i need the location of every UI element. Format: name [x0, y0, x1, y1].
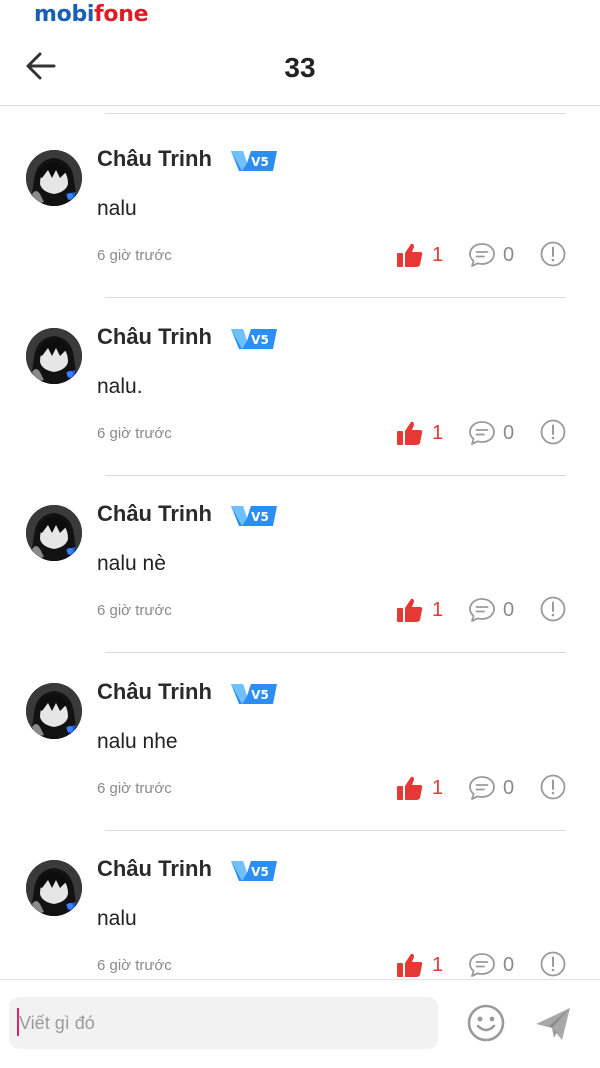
reply-button[interactable]: 0	[468, 417, 520, 449]
header: 33	[0, 36, 600, 106]
avatar-image	[26, 150, 82, 206]
avatar[interactable]	[26, 505, 82, 561]
carrier-name-part1: mobi	[34, 2, 95, 27]
thumbs-up-icon	[397, 598, 423, 622]
exclamation-circle-icon	[540, 241, 566, 267]
comment-text: nalu	[97, 907, 137, 930]
reply-button[interactable]: 0	[468, 239, 520, 271]
comment-list[interactable]: Châu Trinh V5 nalu 6 giờ trước 1 0 Châu …	[0, 106, 600, 978]
vip-level-icon: V5	[231, 151, 277, 171]
exclamation-circle-icon	[540, 596, 566, 622]
avatar[interactable]	[26, 682, 82, 739]
timestamp: 6 giờ trước	[97, 602, 172, 619]
avatar[interactable]	[26, 150, 82, 206]
vip-badge-level: V5	[251, 155, 269, 169]
exclamation-circle-icon	[540, 951, 566, 977]
text-caret	[17, 1008, 19, 1036]
avatar-image	[26, 505, 82, 561]
page-title: 33	[284, 52, 316, 83]
report-button[interactable]	[540, 419, 566, 445]
author-name[interactable]: Châu Trinh	[97, 146, 212, 172]
thumbs-up-icon	[397, 953, 423, 977]
vip-badge: V5	[231, 150, 279, 172]
vip-badge-level: V5	[251, 333, 269, 347]
reply-count: 0	[503, 776, 515, 799]
comment-text: nalu	[97, 197, 137, 220]
avatar[interactable]	[26, 327, 82, 384]
avatar[interactable]	[26, 860, 82, 916]
reply-button[interactable]: 0	[468, 949, 520, 978]
like-button[interactable]: 1	[396, 772, 450, 804]
thumbs-up-icon	[397, 243, 423, 267]
send-button[interactable]	[532, 1002, 574, 1044]
thumbs-up-icon	[397, 776, 423, 800]
comment-item: Châu Trinh V5 nalu 6 giờ trước 1 0	[0, 823, 600, 978]
vip-badge-level: V5	[251, 688, 269, 702]
report-button[interactable]	[540, 596, 566, 622]
vip-badge: V5	[231, 505, 279, 527]
chat-bubble-icon	[469, 420, 495, 445]
comment-text: nalu.	[97, 374, 143, 398]
chat-bubble-icon	[469, 953, 495, 977]
comment-text: nalu nhe	[97, 729, 178, 753]
avatar-image	[26, 860, 82, 916]
like-button[interactable]: 1	[396, 949, 450, 978]
comment-text: nalu nè	[97, 552, 166, 575]
like-button[interactable]: 1	[396, 594, 450, 626]
vip-badge-level: V5	[251, 510, 269, 524]
avatar-image	[26, 682, 82, 739]
like-button[interactable]: 1	[396, 239, 450, 271]
exclamation-circle-icon	[540, 774, 566, 799]
timestamp: 6 giờ trước	[97, 779, 172, 797]
author-name[interactable]: Châu Trinh	[97, 324, 212, 350]
vip-level-icon: V5	[231, 683, 277, 704]
comment-item: Châu Trinh V5 nalu nhe 6 giờ trước 1 0	[0, 646, 600, 831]
carrier-logo: mobifone	[34, 2, 149, 27]
exclamation-circle-icon	[540, 419, 566, 444]
vip-level-icon: V5	[231, 861, 277, 881]
comment-item: Châu Trinh V5 nalu nè 6 giờ trước 1 0	[0, 468, 600, 653]
like-count: 1	[432, 776, 444, 799]
vip-level-icon: V5	[231, 506, 277, 526]
report-button[interactable]	[540, 951, 566, 977]
reply-button[interactable]: 0	[468, 772, 520, 804]
avatar-image	[26, 327, 82, 384]
smiley-icon	[467, 1004, 505, 1042]
reply-count: 0	[503, 599, 515, 621]
timestamp: 6 giờ trước	[97, 424, 172, 442]
vip-level-icon: V5	[231, 328, 277, 349]
comment-item: Châu Trinh V5 nalu 6 giờ trước 1 0	[0, 113, 600, 298]
like-count: 1	[432, 599, 444, 621]
report-button[interactable]	[540, 241, 566, 267]
like-count: 1	[432, 954, 444, 976]
chat-bubble-icon	[469, 775, 495, 800]
vip-badge-level: V5	[251, 865, 269, 879]
like-button[interactable]: 1	[396, 417, 450, 449]
vip-badge: V5	[231, 683, 279, 705]
comment-item: Châu Trinh V5 nalu. 6 giờ trước 1 0	[0, 291, 600, 476]
vip-badge: V5	[231, 860, 279, 882]
thumbs-up-icon	[397, 421, 423, 445]
timestamp: 6 giờ trước	[97, 247, 172, 264]
carrier-name-part2: fone	[94, 2, 149, 27]
reply-count: 0	[503, 421, 515, 444]
report-button[interactable]	[540, 774, 566, 800]
status-bar: mobifone	[0, 0, 600, 36]
like-count: 1	[432, 421, 444, 444]
chat-bubble-icon	[469, 598, 495, 622]
like-count: 1	[432, 244, 444, 266]
chat-bubble-icon	[469, 243, 495, 267]
author-name[interactable]: Châu Trinh	[97, 679, 212, 705]
reply-count: 0	[503, 244, 515, 266]
paper-plane-icon	[536, 1008, 570, 1040]
author-name[interactable]: Châu Trinh	[97, 501, 212, 527]
composer-bar	[0, 979, 600, 1068]
timestamp: 6 giờ trước	[97, 957, 172, 974]
vip-badge: V5	[231, 328, 279, 350]
author-name[interactable]: Châu Trinh	[97, 856, 212, 882]
reply-button[interactable]: 0	[468, 594, 520, 626]
comment-input[interactable]	[9, 997, 438, 1049]
emoji-button[interactable]	[465, 1002, 507, 1044]
reply-count: 0	[503, 954, 515, 976]
